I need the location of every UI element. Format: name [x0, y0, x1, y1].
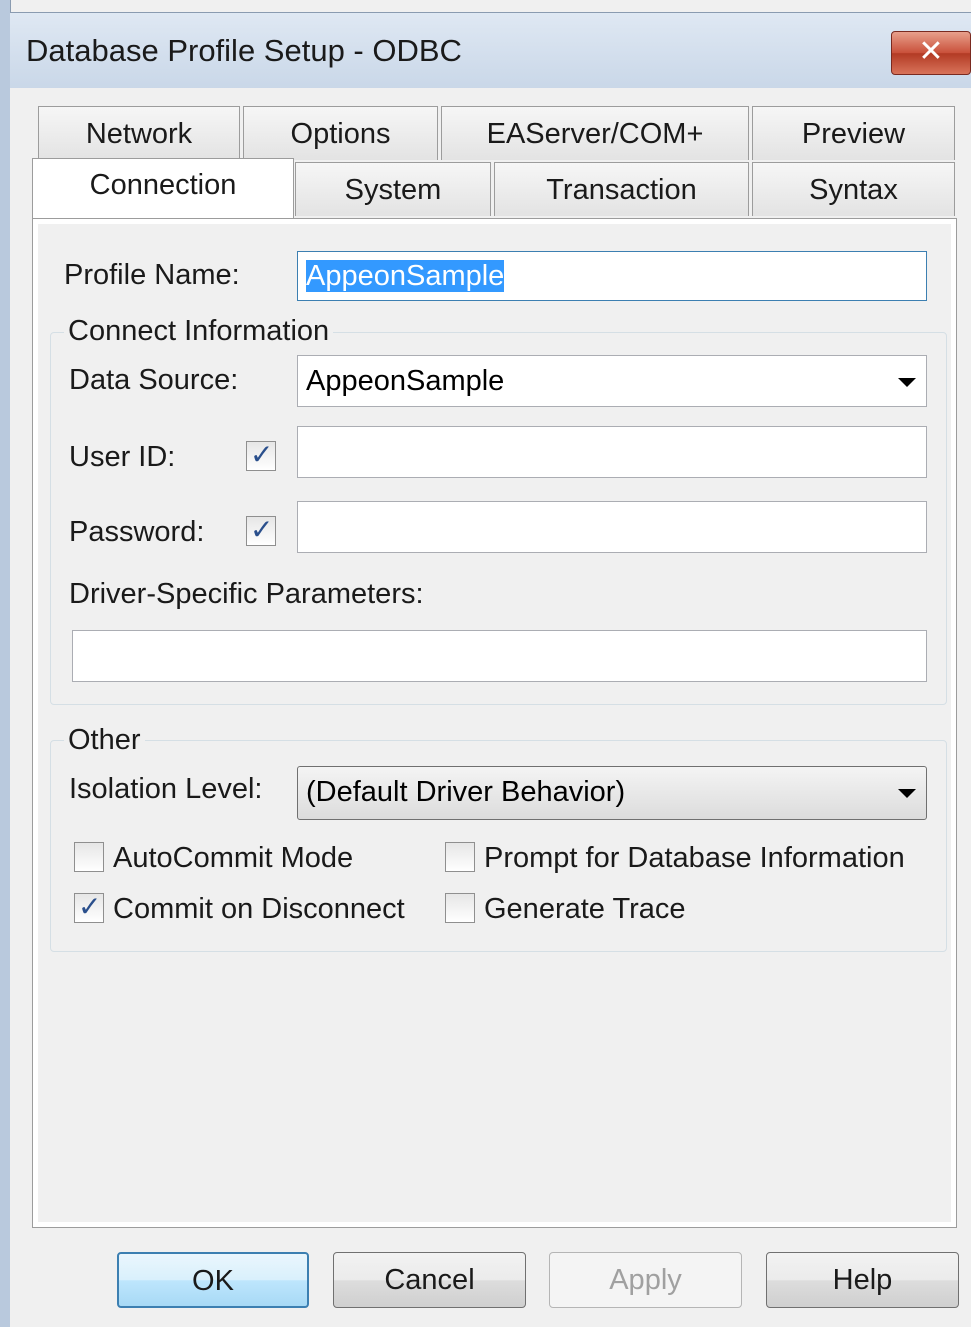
tab-preview[interactable]: Preview: [752, 106, 955, 160]
isolation-level-dropdown[interactable]: (Default Driver Behavior): [297, 766, 927, 820]
tab-connection[interactable]: Connection: [32, 158, 294, 218]
chevron-down-icon: [898, 378, 916, 387]
password-label: Password:: [69, 516, 205, 548]
checkmark-icon: ✓: [250, 514, 274, 545]
tab-easerver-com[interactable]: EAServer/COM+: [441, 106, 749, 160]
profile-name-input[interactable]: AppeonSample: [297, 251, 927, 301]
connect-information-legend: Connect Information: [64, 315, 334, 348]
user-id-checkbox[interactable]: ✓: [246, 439, 276, 471]
tab-syntax[interactable]: Syntax: [752, 162, 955, 216]
prompt-db-info-checkbox[interactable]: [445, 842, 475, 872]
data-source-value: AppeonSample: [306, 365, 505, 397]
tab-network[interactable]: Network: [38, 106, 240, 160]
checkmark-icon: ✓: [250, 439, 274, 470]
password-input[interactable]: [297, 501, 927, 553]
user-id-label: User ID:: [69, 441, 176, 473]
driver-params-label: Driver-Specific Parameters:: [69, 578, 424, 610]
tab-options[interactable]: Options: [243, 106, 438, 160]
other-legend: Other: [64, 724, 145, 757]
isolation-level-label: Isolation Level:: [69, 773, 263, 805]
data-source-dropdown[interactable]: AppeonSample: [297, 355, 927, 407]
checkmark-icon: ✓: [78, 891, 102, 922]
tab-transaction[interactable]: Transaction: [494, 162, 749, 216]
window-title: Database Profile Setup - ODBC: [26, 33, 462, 68]
cancel-button[interactable]: Cancel: [333, 1252, 526, 1308]
close-button[interactable]: ✕: [891, 31, 971, 75]
profile-name-label: Profile Name:: [64, 259, 240, 291]
generate-trace-label: Generate Trace: [484, 893, 686, 925]
data-source-label: Data Source:: [69, 364, 239, 396]
apply-button[interactable]: Apply: [549, 1252, 742, 1308]
title-bar: Database Profile Setup - ODBC ✕: [10, 12, 971, 89]
generate-trace-checkbox[interactable]: [445, 893, 475, 923]
autocommit-label: AutoCommit Mode: [113, 842, 354, 874]
password-checkbox[interactable]: ✓: [246, 514, 276, 546]
prompt-db-info-label: Prompt for Database Information: [484, 842, 905, 874]
ok-button[interactable]: OK: [117, 1252, 309, 1308]
chevron-down-icon: [898, 789, 916, 798]
profile-name-value: AppeonSample: [306, 260, 505, 292]
tab-system[interactable]: System: [295, 162, 491, 216]
commit-on-disconnect-checkbox[interactable]: ✓: [74, 891, 104, 923]
commit-on-disconnect-label: Commit on Disconnect: [113, 893, 405, 925]
isolation-level-value: (Default Driver Behavior): [306, 776, 626, 808]
driver-params-input[interactable]: [72, 630, 927, 682]
help-button[interactable]: Help: [766, 1252, 959, 1308]
user-id-input[interactable]: [297, 426, 927, 478]
autocommit-checkbox[interactable]: [74, 842, 104, 872]
